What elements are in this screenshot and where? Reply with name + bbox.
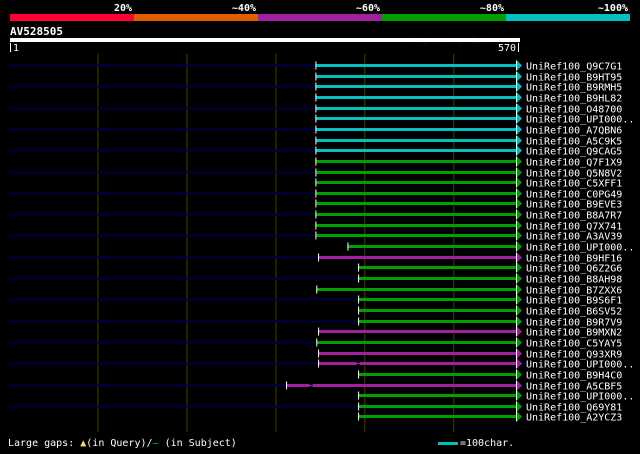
hit-label[interactable]: UniRef100_C5XFF1 — [526, 179, 622, 190]
hit-arrow-icon — [517, 198, 522, 209]
identity-segment — [10, 14, 134, 21]
hit-label[interactable]: UniRef100_A3AV39 — [526, 232, 622, 243]
hit-arrow-icon — [517, 71, 522, 82]
identity-label: ~40% — [232, 3, 256, 14]
hit-arrow-icon — [517, 358, 522, 369]
hit-label[interactable]: UniRef100_UPI000.. — [526, 360, 634, 371]
gaps-legend: Large gaps: ▲(in Query)/– (in Subject) — [8, 438, 237, 449]
hit-arrow-icon — [517, 411, 522, 422]
hit-arrow-icon — [517, 305, 522, 316]
hit-arrow-icon — [517, 273, 522, 284]
hit-arrow-icon — [517, 252, 522, 263]
hit-arrow-icon — [517, 230, 522, 241]
hit-arrow-icon — [517, 209, 522, 220]
hit-label[interactable]: UniRef100_B8AH98 — [526, 275, 622, 286]
query-gap-text: (in Query)/ — [86, 438, 153, 449]
identity-label: 20% — [114, 3, 132, 14]
hit-arrow-icon — [517, 188, 522, 199]
hit-label[interactable]: UniRef100_C5YAY5 — [526, 339, 622, 350]
identity-label: ~60% — [356, 3, 380, 14]
identity-segment — [382, 14, 506, 21]
hit-arrow-icon — [517, 390, 522, 401]
hit-label[interactable]: UniRef100_B9MXN2 — [526, 328, 622, 339]
hit-label[interactable]: UniRef100_B9HL82 — [526, 94, 622, 105]
hit-label[interactable]: UniRef100_UPI000.. — [526, 392, 634, 403]
query-end-label: 570 — [498, 43, 516, 54]
hit-arrow-icon — [517, 177, 522, 188]
hit-arrow-icon — [517, 316, 522, 327]
hit-label[interactable]: UniRef100_B9RMH5 — [526, 83, 622, 94]
hit-arrow-icon — [517, 135, 522, 146]
hit-arrow-icon — [517, 380, 522, 391]
hit-arrow-icon — [517, 167, 522, 178]
hit-arrow-icon — [517, 124, 522, 135]
hit-arrow-icon — [517, 81, 522, 92]
query-bar — [10, 38, 520, 42]
identity-segment — [506, 14, 630, 21]
hit-arrow-icon — [517, 220, 522, 231]
hit-arrow-icon — [517, 145, 522, 156]
hit-label[interactable]: UniRef100_UPI000.. — [526, 243, 634, 254]
query-name: AV528505 — [10, 25, 63, 38]
hit-arrow-icon — [517, 60, 522, 71]
hit-arrow-icon — [517, 369, 522, 380]
scale-bar-icon — [438, 442, 458, 445]
identity-label: ~80% — [480, 3, 504, 14]
hit-label[interactable]: UniRef100_Q9C7G1 — [526, 62, 622, 73]
hit-arrow-icon — [517, 113, 522, 124]
query-start-label: 1 — [13, 43, 19, 54]
hit-arrow-icon — [517, 103, 522, 114]
hit-arrow-icon — [517, 241, 522, 252]
hit-label[interactable]: UniRef100_Q6Z2G6 — [526, 264, 622, 275]
scale-legend: =100char. — [438, 438, 514, 449]
hit-arrow-icon — [517, 284, 522, 295]
hit-label[interactable]: UniRef100_Q9CAG5 — [526, 147, 622, 158]
hit-label[interactable]: UniRef100_Q7F1X9 — [526, 158, 622, 169]
hit-label[interactable]: UniRef100_B8A7R7 — [526, 211, 622, 222]
hit-arrow-icon — [517, 401, 522, 412]
scale-label: =100char. — [460, 438, 515, 449]
hit-arrow-icon — [517, 294, 522, 305]
hit-label[interactable]: UniRef100_A7QBN6 — [526, 126, 622, 137]
hit-arrow-icon — [517, 262, 522, 273]
hit-label[interactable]: UniRef100_A2YCZ3 — [526, 413, 622, 424]
alignment-view: 20%~40%~60%~80%~100%AV528505AlignView.pm… — [10, 3, 634, 432]
hit-arrow-icon — [517, 92, 522, 103]
gaps-label: Large gaps: — [8, 438, 81, 449]
identity-label: ~100% — [598, 3, 628, 14]
hit-arrow-icon — [517, 337, 522, 348]
hit-label[interactable]: UniRef100_B9EVE3 — [526, 200, 622, 211]
hit-label[interactable]: UniRef100_B6SV52 — [526, 307, 622, 318]
hit-label[interactable]: UniRef100_B9H4C0 — [526, 371, 622, 382]
subject-gap-text: (in Subject) — [158, 438, 237, 449]
hit-arrow-icon — [517, 156, 522, 167]
identity-segment — [134, 14, 258, 21]
hit-label[interactable]: UniRef100_B9S6F1 — [526, 296, 622, 307]
identity-segment — [258, 14, 382, 21]
hit-arrow-icon — [517, 348, 522, 359]
hit-arrow-icon — [517, 326, 522, 337]
hit-label[interactable]: UniRef100_UPI000.. — [526, 115, 634, 126]
